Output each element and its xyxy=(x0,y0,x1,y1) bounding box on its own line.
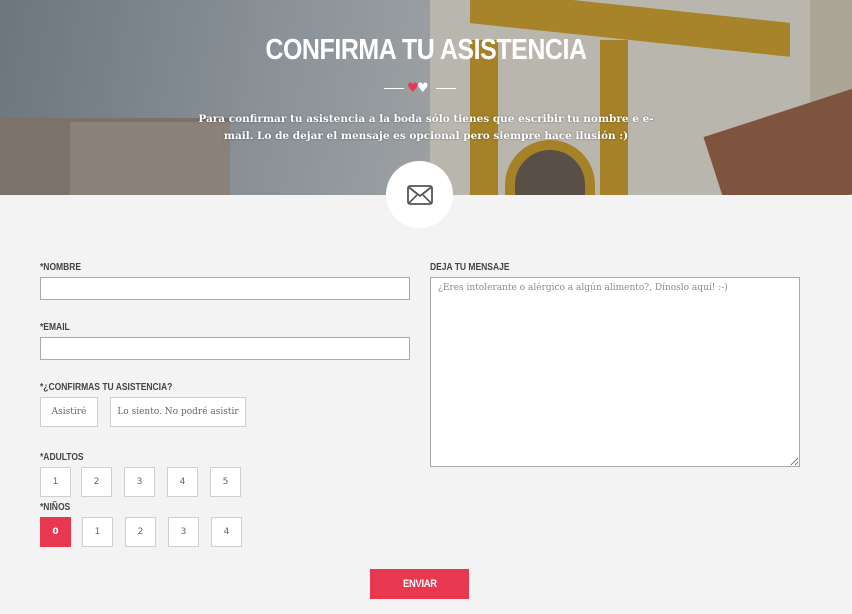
confirm-label: *¿CONFIRMAS TU ASISTENCIA? xyxy=(40,382,173,393)
adults-option-2[interactable]: 2 xyxy=(81,467,112,497)
adults-option-3[interactable]: 3 xyxy=(124,467,155,497)
children-option-3[interactable]: 3 xyxy=(168,517,199,547)
heart-icon: ♥ xyxy=(417,81,429,96)
divider-line xyxy=(384,88,404,89)
envelope-badge xyxy=(386,161,453,228)
name-field[interactable] xyxy=(40,277,410,300)
children-option-4[interactable]: 4 xyxy=(211,517,242,547)
message-label: DEJA TU MENSAJE xyxy=(430,262,510,273)
adults-option-4[interactable]: 4 xyxy=(167,467,198,497)
page-subtitle: Para confirmar tu asistencia a la boda s… xyxy=(198,113,654,142)
children-option-0[interactable]: 0 xyxy=(40,517,71,547)
submit-label: ENVIAR xyxy=(402,578,437,590)
name-label: *NOMBRE xyxy=(40,262,82,273)
attend-no-button[interactable]: Lo siento. No podré asistir xyxy=(110,397,246,427)
email-field[interactable] xyxy=(40,337,410,360)
adults-label: *ADULTOS xyxy=(40,452,84,463)
title-divider: ♥ ♥ xyxy=(384,81,468,96)
email-label: *EMAIL xyxy=(40,322,70,333)
children-option-2[interactable]: 2 xyxy=(125,517,156,547)
adults-option-5[interactable]: 5 xyxy=(210,467,241,497)
divider-line xyxy=(436,88,456,89)
page-title: CONFIRMA TU ASISTENCIA xyxy=(265,34,587,66)
message-textarea[interactable] xyxy=(430,277,800,467)
children-label: *NIÑOS xyxy=(40,502,71,513)
attend-yes-button[interactable]: Asistiré xyxy=(40,397,98,427)
children-option-1[interactable]: 1 xyxy=(82,517,113,547)
adults-option-1[interactable]: 1 xyxy=(40,467,71,497)
envelope-icon xyxy=(406,184,433,205)
submit-button[interactable]: ENVIAR xyxy=(370,569,469,599)
